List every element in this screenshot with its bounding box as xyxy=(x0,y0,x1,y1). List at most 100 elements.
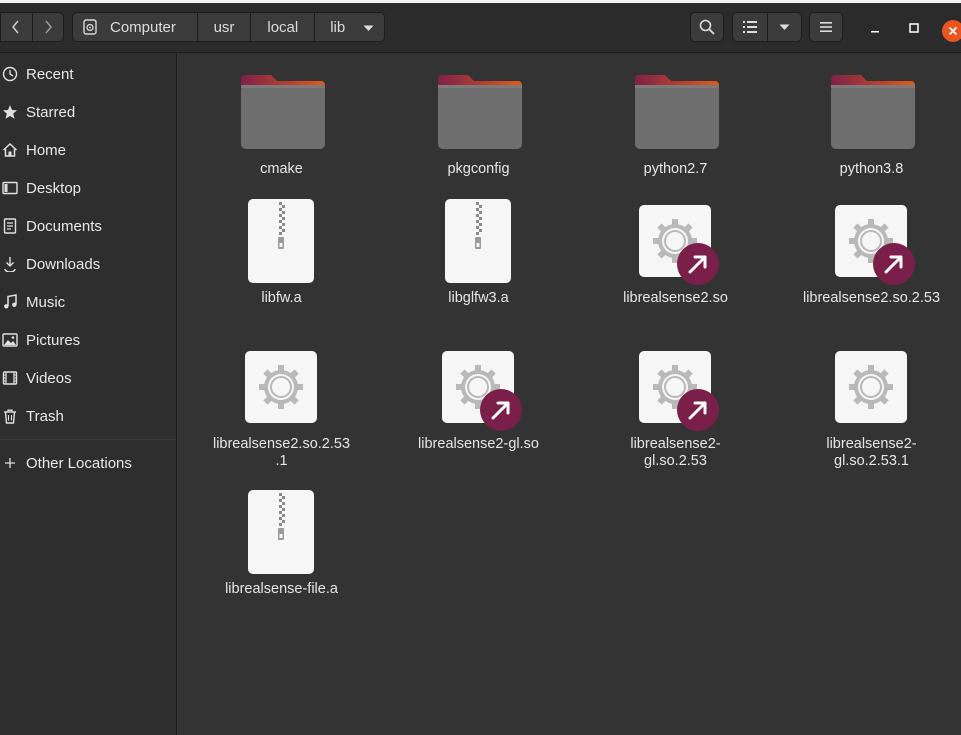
download-icon xyxy=(2,256,24,272)
music-icon xyxy=(2,294,24,310)
search-button[interactable] xyxy=(690,12,724,42)
symlink-badge-icon xyxy=(480,389,522,431)
file-name: librealsense2-gl.so.2.53 xyxy=(630,436,721,469)
list-view-button[interactable] xyxy=(733,13,767,41)
list-view-icon xyxy=(742,21,757,33)
file-name: librealsense2-gl.so xyxy=(418,436,539,452)
sidebar-item-label: Starred xyxy=(26,103,76,121)
breadcrumb-usr[interactable]: usr xyxy=(196,13,251,41)
sidebar-item-label: Trash xyxy=(26,407,64,425)
library-file-icon xyxy=(245,351,317,423)
sidebar-item-label: Downloads xyxy=(26,255,101,273)
file-name: python3.8 xyxy=(839,161,904,177)
file-item-folder[interactable]: python3.8 xyxy=(773,53,961,178)
folder-icon xyxy=(438,73,522,149)
sidebar-item-label: Home xyxy=(26,141,67,159)
places-sidebar: Recent Starred Home Desktop Documents Do… xyxy=(0,53,177,735)
minimize-button[interactable] xyxy=(868,21,882,35)
archive-file-icon xyxy=(445,199,511,283)
forward-button[interactable] xyxy=(31,13,64,41)
sidebar-item-home[interactable]: Home xyxy=(0,132,176,168)
symlink-badge-icon xyxy=(677,389,719,431)
file-name: libfw.a xyxy=(261,290,302,306)
symlink-badge-icon xyxy=(873,243,915,285)
file-item-archive[interactable]: libfw.a xyxy=(183,199,380,307)
sidebar-item-recent[interactable]: Recent xyxy=(0,56,176,92)
search-icon xyxy=(699,19,715,35)
path-bar: Computer usr local lib xyxy=(72,12,385,42)
home-icon xyxy=(2,142,24,158)
file-name: librealsense-file.a xyxy=(225,581,338,597)
file-item-library[interactable]: librealsense2-gl.so.2.53.1 xyxy=(773,351,961,470)
file-item-library[interactable]: librealsense2.so.2.53.1 xyxy=(183,351,380,470)
breadcrumb-label: Computer xyxy=(110,18,176,36)
sidebar-item-pictures[interactable]: Pictures xyxy=(0,322,176,358)
archive-file-icon xyxy=(248,490,314,574)
sidebar-separator xyxy=(0,439,176,440)
library-file-icon xyxy=(835,351,907,423)
main-menu-button[interactable] xyxy=(809,12,843,42)
file-name: librealsense2.so.2.53.1 xyxy=(212,436,351,469)
file-item-library-link[interactable]: librealsense2.so xyxy=(577,205,774,307)
maximize-icon xyxy=(909,23,919,33)
breadcrumb-local[interactable]: local xyxy=(250,13,314,41)
sidebar-item-label: Other Locations xyxy=(26,454,132,472)
close-button[interactable] xyxy=(942,20,961,42)
document-icon xyxy=(2,218,24,234)
navigation-buttons xyxy=(0,12,64,42)
breadcrumb-label: local xyxy=(267,18,299,36)
folder-icon xyxy=(635,73,719,149)
hamburger-menu-icon xyxy=(820,22,832,32)
sidebar-item-label: Videos xyxy=(26,369,72,387)
video-icon xyxy=(2,370,24,386)
file-name: cmake xyxy=(260,161,303,177)
star-icon xyxy=(2,104,24,120)
file-name: librealsense2-gl.so.2.53.1 xyxy=(826,436,917,469)
breadcrumb-label: lib xyxy=(330,18,346,36)
sidebar-item-label: Documents xyxy=(26,217,102,235)
file-item-library-link[interactable]: librealsense2.so.2.53 xyxy=(773,205,961,307)
archive-file-icon xyxy=(248,199,314,283)
file-name: pkgconfig xyxy=(447,161,510,177)
file-name: librealsense2.so.2.53 xyxy=(802,290,941,306)
sidebar-item-label: Music xyxy=(26,293,66,311)
file-item-folder[interactable]: python2.7 xyxy=(577,53,774,178)
close-icon xyxy=(948,26,958,36)
file-item-folder[interactable]: cmake xyxy=(183,53,380,178)
folder-icon xyxy=(241,73,325,149)
sidebar-item-other-locations[interactable]: Other Locations xyxy=(0,445,176,481)
file-item-library-link[interactable]: librealsense2-gl.so.2.53 xyxy=(577,351,774,470)
back-button[interactable] xyxy=(1,13,32,41)
chevron-left-icon xyxy=(12,20,19,34)
trash-icon xyxy=(2,408,24,424)
clock-icon xyxy=(2,66,24,82)
chevron-right-icon xyxy=(45,20,52,34)
maximize-button[interactable] xyxy=(907,21,921,35)
sidebar-item-trash[interactable]: Trash xyxy=(0,398,176,434)
sidebar-item-label: Recent xyxy=(26,65,74,83)
breadcrumb-computer[interactable]: Computer xyxy=(73,13,197,41)
chevron-down-icon xyxy=(779,24,790,30)
symlink-badge-icon xyxy=(677,243,719,285)
folder-icon xyxy=(831,73,915,149)
file-item-archive[interactable]: librealsense-file.a xyxy=(183,490,380,598)
view-options-button[interactable] xyxy=(766,13,802,41)
file-name: python2.7 xyxy=(643,161,708,177)
minimize-icon xyxy=(871,31,879,33)
sidebar-item-videos[interactable]: Videos xyxy=(0,360,176,396)
breadcrumb-lib[interactable]: lib xyxy=(314,13,384,41)
sidebar-item-desktop[interactable]: Desktop xyxy=(0,170,176,206)
file-grid: cmake pkgconfig python2.7 python3.8 libf… xyxy=(177,53,961,735)
sidebar-item-downloads[interactable]: Downloads xyxy=(0,246,176,282)
sidebar-item-music[interactable]: Music xyxy=(0,284,176,320)
file-name: libglfw3.a xyxy=(448,290,509,306)
file-item-folder[interactable]: pkgconfig xyxy=(380,53,577,178)
file-item-archive[interactable]: libglfw3.a xyxy=(380,199,577,307)
chevron-down-icon[interactable] xyxy=(363,25,374,32)
pictures-icon xyxy=(2,332,24,348)
header-bar: Computer usr local lib xyxy=(0,3,961,53)
sidebar-item-documents[interactable]: Documents xyxy=(0,208,176,244)
file-item-library-link[interactable]: librealsense2-gl.so xyxy=(380,351,577,453)
sidebar-item-label: Desktop xyxy=(26,179,82,197)
sidebar-item-starred[interactable]: Starred xyxy=(0,94,176,130)
